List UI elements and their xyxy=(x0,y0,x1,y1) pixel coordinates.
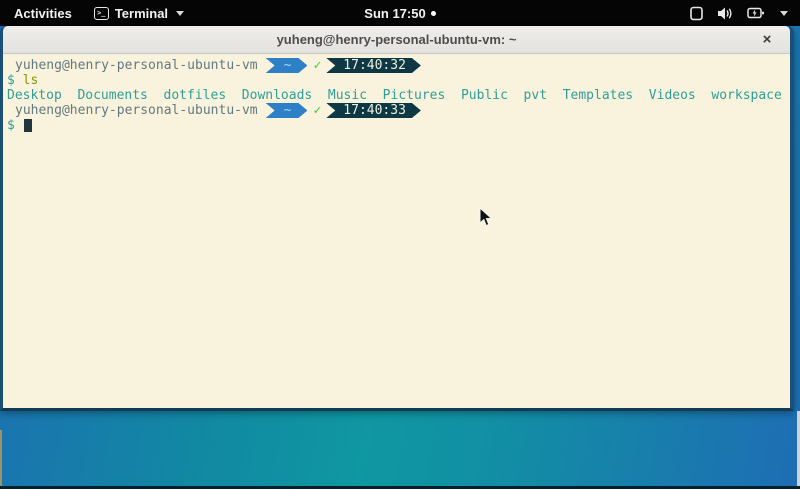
activities-button[interactable]: Activities xyxy=(10,0,76,26)
battery-charging-icon xyxy=(747,6,765,20)
status-check-icon: ✓ xyxy=(313,103,321,118)
prompt-line-1: yuheng@henry-personal-ubuntu-vm ~ ✓ 17:4… xyxy=(7,58,786,73)
window-titlebar[interactable]: yuheng@henry-personal-ubuntu-vm: ~ × xyxy=(3,26,790,54)
chevron-down-icon xyxy=(780,11,788,16)
prompt-time-segment: 17:40:33 xyxy=(326,103,421,118)
top-bar: Activities >_ Terminal Sun 17:50 xyxy=(0,0,800,26)
app-menu-terminal[interactable]: >_ Terminal xyxy=(90,0,188,26)
prompt-symbol: $ xyxy=(7,118,15,133)
input-line: $ xyxy=(7,118,786,133)
volume-icon xyxy=(717,6,734,21)
app-menu-label: Terminal xyxy=(115,6,168,21)
notification-dot-icon xyxy=(431,11,436,16)
command-line: $ ls xyxy=(7,73,786,88)
chevron-down-icon xyxy=(176,11,184,16)
terminal-screen[interactable]: yuheng@henry-personal-ubuntu-vm ~ ✓ 17:4… xyxy=(3,54,790,408)
activities-label: Activities xyxy=(14,6,72,21)
prompt-time-segment: 17:40:32 xyxy=(326,58,421,73)
prompt-path-segment: ~ xyxy=(266,58,308,73)
close-icon[interactable]: × xyxy=(758,31,776,49)
spacer xyxy=(15,118,23,133)
ls-output-line: Desktop Documents dotfiles Downloads Mus… xyxy=(7,88,786,103)
prompt-user: yuheng@henry-personal-ubuntu-vm xyxy=(7,103,258,118)
prompt-path-segment: ~ xyxy=(266,103,308,118)
desktop-left-edge xyxy=(0,430,2,486)
status-check-icon: ✓ xyxy=(313,58,321,73)
terminal-cursor xyxy=(24,119,32,132)
command-text-value: ls xyxy=(23,73,39,88)
mouse-cursor-icon xyxy=(479,207,493,228)
command-text xyxy=(15,73,23,88)
system-status-menu[interactable] xyxy=(689,0,800,26)
prompt-line-2: yuheng@henry-personal-ubuntu-vm ~ ✓ 17:4… xyxy=(7,103,786,118)
terminal-icon: >_ xyxy=(94,7,109,20)
window-title: yuheng@henry-personal-ubuntu-vm: ~ xyxy=(277,32,517,47)
clock-label[interactable]: Sun 17:50 xyxy=(364,6,425,21)
prompt-user: yuheng@henry-personal-ubuntu-vm xyxy=(7,58,258,73)
terminal-window: yuheng@henry-personal-ubuntu-vm: ~ × yuh… xyxy=(0,26,794,411)
prompt-symbol: $ xyxy=(7,73,15,88)
directory-list: Desktop Documents dotfiles Downloads Mus… xyxy=(7,88,782,103)
topbar-left: Activities >_ Terminal xyxy=(0,0,188,26)
screen-icon xyxy=(689,6,704,21)
